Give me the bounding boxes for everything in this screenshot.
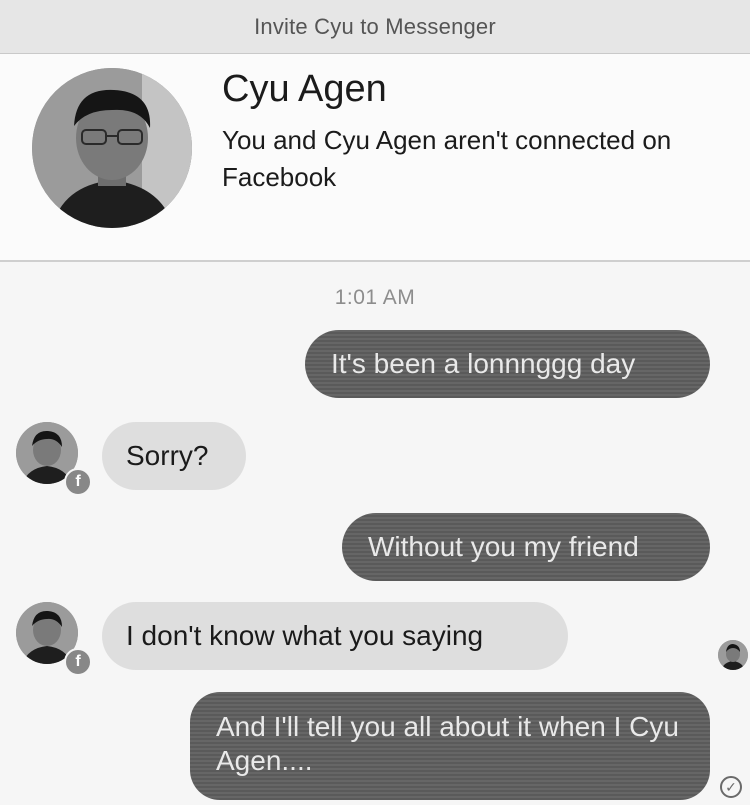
user-photo-icon — [32, 68, 192, 228]
user-photo-icon — [718, 640, 748, 670]
connection-status: You and Cyu Agen aren't connected on Fac… — [222, 125, 672, 192]
profile-avatar[interactable] — [32, 68, 192, 228]
seen-indicator-avatar — [718, 640, 748, 670]
message-text: It's been a lonnnggg day — [331, 348, 636, 379]
message-text: Without you my friend — [368, 531, 639, 562]
message-text: I don't know what you saying — [126, 620, 484, 651]
message-thread[interactable]: 1:01 AM It's been a lonnnggg day f Sorry… — [0, 262, 750, 805]
invite-to-messenger-link[interactable]: Invite Cyu to Messenger — [254, 14, 496, 40]
outgoing-message[interactable]: And I'll tell you all about it when I Cy… — [190, 692, 710, 800]
profile-name: Cyu Agen — [222, 68, 387, 110]
sent-check-icon: ✓ — [720, 776, 742, 798]
facebook-badge-icon: f — [64, 468, 92, 496]
message-text: And I'll tell you all about it when I Cy… — [216, 711, 679, 776]
timestamp: 1:01 AM — [334, 286, 416, 309]
facebook-badge-icon: f — [64, 648, 92, 676]
invite-bar[interactable]: Invite Cyu to Messenger — [0, 0, 750, 54]
profile-header: Cyu Agen You and Cyu Agen aren't connect… — [0, 54, 750, 262]
outgoing-message[interactable]: Without you my friend — [342, 513, 710, 581]
incoming-message[interactable]: I don't know what you saying — [102, 602, 568, 670]
incoming-message[interactable]: Sorry? — [102, 422, 246, 490]
message-text: Sorry? — [126, 440, 209, 471]
outgoing-message[interactable]: It's been a lonnnggg day — [305, 330, 710, 398]
